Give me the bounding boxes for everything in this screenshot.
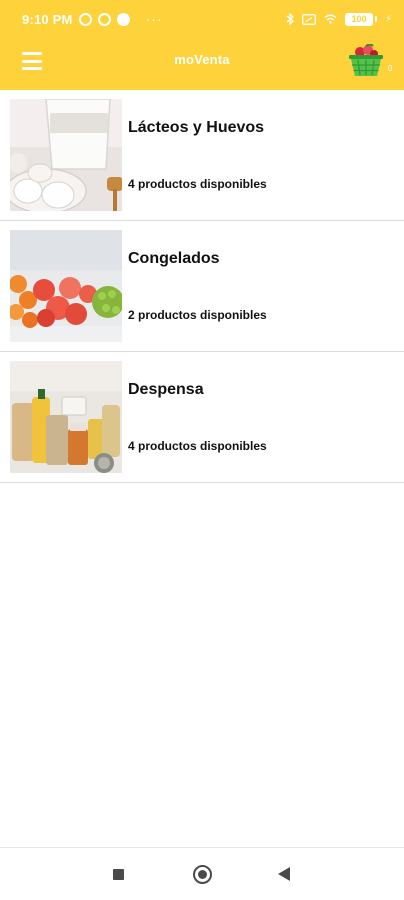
- app-bar: 9:10 PM ··· 100 ⚡ moVenta 0: [0, 0, 404, 90]
- system-nav-bar: [0, 847, 404, 900]
- wifi-icon: [324, 14, 337, 24]
- recent-apps-icon[interactable]: [113, 869, 124, 880]
- category-title: Congelados: [128, 250, 220, 267]
- bluetooth-icon: [286, 13, 294, 25]
- sim-icon: [302, 13, 316, 25]
- toolbar: moVenta 0: [0, 38, 404, 90]
- check-circle-icon: [116, 12, 130, 26]
- back-icon[interactable]: [278, 867, 290, 881]
- category-count: 4 productos disponibles: [128, 177, 267, 191]
- shopping-basket-icon[interactable]: [346, 44, 386, 78]
- charging-icon: ⚡: [384, 13, 392, 25]
- category-item-lacteos[interactable]: Lácteos y Huevos 4 productos disponibles: [0, 90, 404, 221]
- status-time: 9:10 PM: [22, 11, 73, 27]
- frozen-vegetables-image: [10, 230, 122, 342]
- category-title: Despensa: [128, 381, 204, 398]
- app-title: moVenta: [174, 52, 230, 67]
- cart-count-badge: 0: [388, 64, 393, 73]
- category-title: Lácteos y Huevos: [128, 119, 265, 136]
- milk-and-eggs-image: [10, 99, 122, 211]
- battery-icon: 100: [344, 12, 377, 26]
- status-bar: 9:10 PM ··· 100 ⚡: [0, 0, 404, 38]
- category-item-despensa[interactable]: Despensa 4 productos disponibles: [0, 352, 404, 483]
- notification-icon: [78, 12, 92, 26]
- category-list: Lácteos y Huevos 4 productos disponibles: [0, 90, 404, 483]
- battery-level: 100: [344, 12, 373, 26]
- category-count: 4 productos disponibles: [128, 439, 267, 453]
- pantry-items-image: [10, 361, 122, 473]
- more-notifications-icon: ···: [145, 11, 163, 27]
- category-item-congelados[interactable]: Congelados 2 productos disponibles: [0, 221, 404, 352]
- category-count: 2 productos disponibles: [128, 308, 267, 322]
- home-icon[interactable]: [193, 865, 212, 884]
- vpn-icon: [97, 12, 111, 26]
